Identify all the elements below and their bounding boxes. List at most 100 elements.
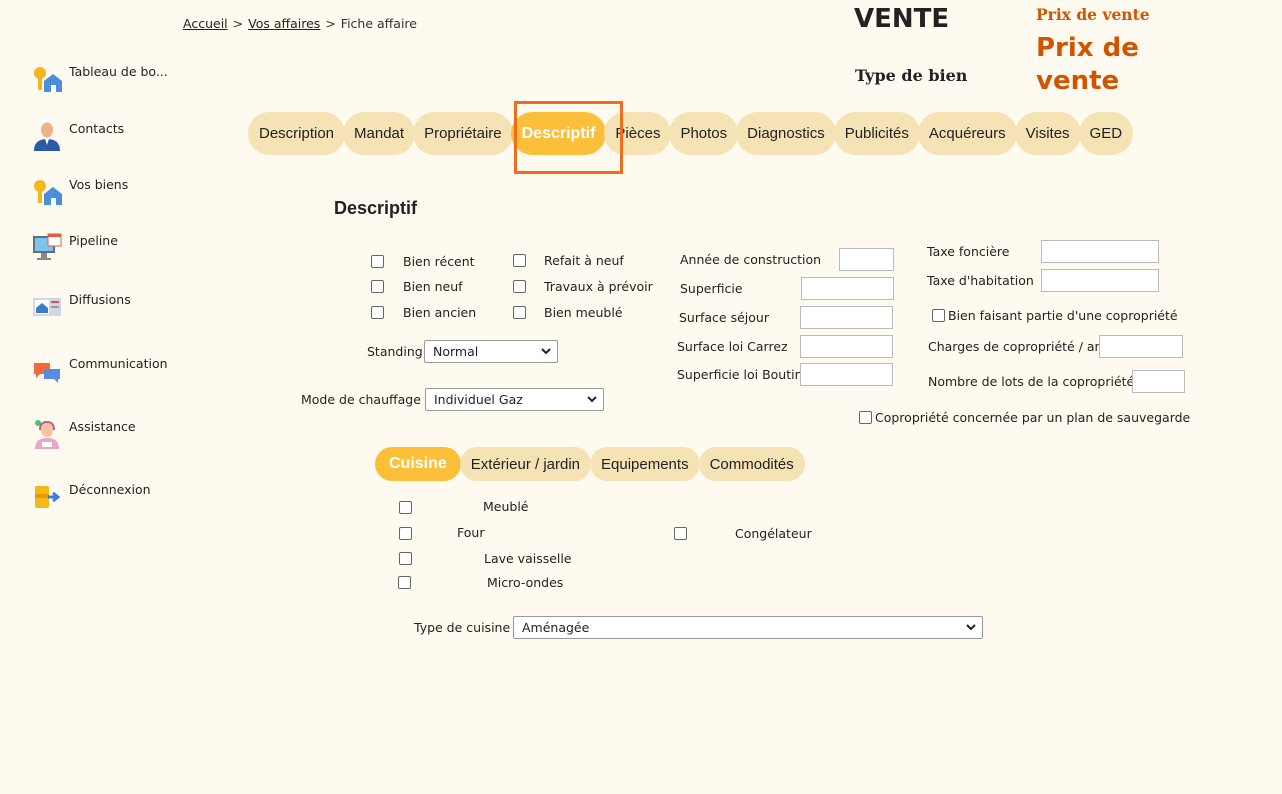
sidebar-item-label: Vos biens — [69, 177, 129, 192]
sidebar-item-contacts[interactable]: Contacts — [32, 121, 124, 151]
sidebar-item-communication[interactable]: Communication — [32, 356, 168, 386]
sidebar-item-tableau-de-bord[interactable]: Tableau de bo... — [32, 64, 168, 94]
standing-label: Standing — [367, 344, 423, 359]
lave-vaisselle-label: Lave vaisselle — [484, 551, 572, 566]
subtab-commodites[interactable]: Commodités — [698, 447, 805, 481]
travaux-label: Travaux à prévoir — [544, 279, 653, 294]
superficie-label: Superficie — [680, 281, 743, 296]
bien-ancien-label: Bien ancien — [403, 305, 477, 320]
surface-sejour-label: Surface séjour — [679, 310, 769, 325]
copropriete-label: Bien faisant partie d'une copropriété — [948, 308, 1178, 323]
travaux-checkbox[interactable] — [513, 280, 526, 293]
bien-neuf-checkbox[interactable] — [371, 280, 384, 293]
cuisine-meuble-label: Meublé — [483, 499, 529, 514]
bien-recent-checkbox[interactable] — [371, 255, 384, 268]
house-key-icon — [32, 177, 62, 207]
tab-description[interactable]: Description — [248, 112, 346, 155]
micro-ondes-label: Micro-ondes — [487, 575, 564, 590]
copropriete-checkbox[interactable] — [932, 309, 945, 322]
tab-diagnostics[interactable]: Diagnostics — [736, 112, 836, 155]
transaction-type: VENTE — [854, 4, 950, 34]
refait-neuf-checkbox[interactable] — [513, 254, 526, 267]
congelateur-label: Congélateur — [735, 526, 812, 541]
sidebar-item-label: Contacts — [69, 121, 125, 136]
sidebar-item-vos-biens[interactable]: Vos biens — [32, 177, 128, 207]
sidebar-item-label: Pipeline — [69, 233, 118, 248]
standing-select[interactable]: Normal — [424, 340, 558, 363]
breadcrumb: Accueil > Vos affaires > Fiche affaire — [183, 16, 417, 31]
charges-copro-input[interactable] — [1099, 335, 1183, 358]
micro-ondes-checkbox[interactable] — [398, 576, 411, 589]
tab-pieces[interactable]: Pièces — [604, 112, 672, 155]
billboard-icon — [32, 292, 62, 322]
plan-sauvegarde-label: Copropriété concernée par un plan de sau… — [875, 410, 1191, 425]
taxe-fonciere-input[interactable] — [1041, 240, 1159, 263]
annee-construction-label: Année de construction — [680, 252, 822, 267]
refait-neuf-label: Refait à neuf — [544, 253, 624, 268]
logout-icon — [32, 482, 62, 512]
chevron-down-icon — [541, 348, 551, 355]
breadcrumb-current: Fiche affaire — [340, 16, 417, 31]
tab-visites[interactable]: Visites — [1014, 112, 1081, 155]
main-tabs: Description Mandat Propriétaire Descript… — [248, 112, 1134, 155]
property-type: Type de bien — [855, 66, 968, 85]
taxe-habitation-input[interactable] — [1041, 269, 1159, 292]
loi-boutin-input[interactable] — [800, 363, 893, 386]
sidebar-item-label: Communication — [69, 356, 168, 371]
bien-meuble-label: Bien meublé — [544, 305, 623, 320]
tab-mandat[interactable]: Mandat — [343, 112, 416, 155]
taxe-fonciere-label: Taxe foncière — [927, 244, 1010, 259]
lots-copro-input[interactable] — [1132, 370, 1185, 393]
annee-construction-input[interactable] — [839, 248, 894, 271]
four-label: Four — [457, 525, 485, 540]
loi-carrez-input[interactable] — [800, 335, 893, 358]
user-avatar-icon — [32, 121, 62, 151]
four-checkbox[interactable] — [399, 527, 412, 540]
house-key-icon — [32, 64, 62, 94]
tab-photos[interactable]: Photos — [669, 112, 739, 155]
superficie-input[interactable] — [801, 277, 894, 300]
charges-copro-label: Charges de copropriété / an — [928, 339, 1103, 354]
type-cuisine-select[interactable]: Aménagée — [513, 616, 983, 639]
sub-tabs: Cuisine Extérieur / jardin Equipements C… — [375, 447, 805, 481]
chevron-down-icon — [966, 624, 976, 631]
tab-publicites[interactable]: Publicités — [833, 112, 920, 155]
chauffage-label: Mode de chauffage — [301, 392, 421, 407]
sidebar-item-deconnexion[interactable]: Déconnexion — [32, 482, 151, 512]
breadcrumb-home-link[interactable]: Accueil — [183, 16, 228, 31]
sidebar-item-label: Tableau de bo... — [69, 64, 168, 79]
sidebar-item-assistance[interactable]: Assistance — [32, 419, 136, 449]
congelateur-checkbox[interactable] — [674, 527, 687, 540]
bien-meuble-checkbox[interactable] — [513, 306, 526, 319]
subtab-exterieur[interactable]: Extérieur / jardin — [459, 447, 592, 481]
cuisine-meuble-checkbox[interactable] — [399, 501, 412, 514]
subtab-equipements[interactable]: Equipements — [590, 447, 700, 481]
loi-carrez-label: Surface loi Carrez — [677, 339, 788, 354]
price-value: Prix de vente — [1036, 33, 1139, 96]
section-title: Descriptif — [334, 198, 418, 218]
tab-ged[interactable]: GED — [1078, 112, 1134, 155]
bien-recent-label: Bien récent — [403, 254, 475, 269]
chat-bubbles-icon — [32, 356, 62, 386]
sidebar-item-label: Assistance — [69, 419, 136, 434]
lave-vaisselle-checkbox[interactable] — [399, 552, 412, 565]
type-cuisine-label: Type de cuisine — [414, 620, 511, 635]
bien-ancien-checkbox[interactable] — [371, 306, 384, 319]
plan-sauvegarde-checkbox[interactable] — [859, 411, 872, 424]
taxe-habitation-label: Taxe d'habitation — [927, 273, 1034, 288]
subtab-cuisine[interactable]: Cuisine — [375, 447, 461, 481]
tab-acquereurs[interactable]: Acquéreurs — [917, 112, 1017, 155]
bien-neuf-label: Bien neuf — [403, 279, 463, 294]
surface-sejour-input[interactable] — [800, 306, 893, 329]
lots-copro-label: Nombre de lots de la copropriété — [928, 374, 1135, 389]
price-label: Prix de vente — [1036, 5, 1150, 24]
breadcrumb-affaires-link[interactable]: Vos affaires — [248, 16, 320, 31]
chauffage-select[interactable]: Individuel Gaz — [425, 388, 604, 411]
tab-descriptif[interactable]: Descriptif — [510, 112, 607, 155]
sidebar-item-pipeline[interactable]: Pipeline — [32, 233, 118, 263]
loi-boutin-label: Superficie loi Boutin — [677, 367, 803, 382]
tab-proprietaire[interactable]: Propriétaire — [413, 112, 513, 155]
sidebar-item-diffusions[interactable]: Diffusions — [32, 292, 131, 322]
sidebar-item-label: Diffusions — [69, 292, 131, 307]
monitor-calendar-icon — [32, 233, 62, 263]
